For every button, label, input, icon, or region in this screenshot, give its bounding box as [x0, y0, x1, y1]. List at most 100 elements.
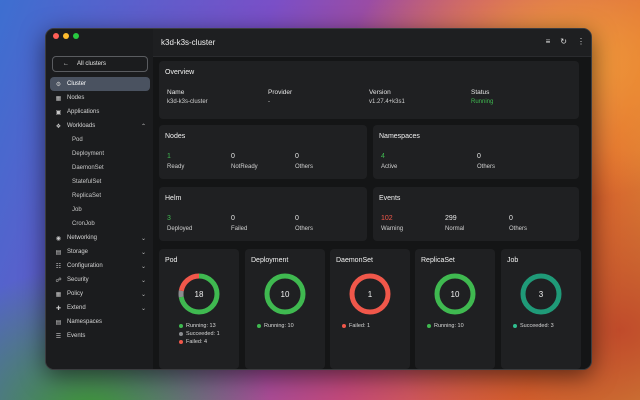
- sidebar-item-applications[interactable]: ▣ Applications: [50, 105, 150, 119]
- all-clusters-button[interactable]: ← All clusters: [52, 56, 148, 72]
- helm-title: Helm: [165, 195, 182, 202]
- overview-title: Overview: [165, 69, 195, 76]
- sidebar-item-workloads[interactable]: ❖ Workloads ⌃: [50, 119, 150, 133]
- main-content: k3d-k3s-cluster ≡ ↻ ⋮ Overview Name k3d-…: [153, 29, 591, 369]
- sidebar-item-cluster[interactable]: ⚙ Cluster: [50, 77, 150, 91]
- title-bar: k3d-k3s-cluster ≡ ↻ ⋮: [153, 29, 591, 57]
- namespaces-others-stat: 0 Others: [477, 153, 495, 170]
- legend-text: Failed: 4: [186, 339, 208, 345]
- nodes-others-stat: 0 Others: [295, 153, 313, 170]
- filter-icon[interactable]: ≡: [546, 37, 551, 46]
- events-warning-stat: 102 Warning: [381, 215, 403, 232]
- window-controls: [53, 33, 79, 39]
- legend-dot: [342, 323, 346, 328]
- namespaces-icon: ▤: [55, 319, 62, 326]
- legend-dot: [179, 339, 183, 344]
- workload-title: Job: [507, 257, 519, 264]
- toolbar: ≡ ↻ ⋮: [546, 37, 585, 46]
- chevron-down-icon: ⌄: [140, 263, 146, 270]
- storage-icon: ▤: [55, 249, 62, 256]
- sidebar-item-label: Workloads: [67, 123, 96, 129]
- legend-item: Running: 13: [179, 322, 220, 330]
- sidebar-item-extend[interactable]: ✚ Extend ⌄: [50, 301, 150, 315]
- field-label: Provider: [268, 89, 293, 96]
- legend-item: Running: 10: [427, 322, 464, 330]
- namespaces-active-stat: 4 Active: [381, 153, 397, 170]
- workload-legend: Failed: 1: [342, 322, 370, 330]
- overview-field-provider: Provider -: [268, 89, 292, 105]
- chevron-down-icon: ⌄: [140, 249, 146, 256]
- legend-dot: [179, 323, 183, 328]
- legend-text: Failed: 1: [349, 323, 371, 329]
- stat-label: Others: [509, 226, 528, 232]
- workload-card-pod[interactable]: Pod 18 Running: 13 Succeeded: 1 Failed: 4: [159, 249, 239, 369]
- stat-label: Deployed: [167, 226, 193, 232]
- legend-text: Running: 10: [264, 323, 294, 329]
- donut-total: 10: [451, 290, 460, 299]
- sidebar-subitem-pod[interactable]: Pod: [50, 133, 150, 147]
- sidebar-item-events[interactable]: ☰ Events: [50, 329, 150, 343]
- sidebar-subitem-job[interactable]: Job: [50, 203, 150, 217]
- namespaces-title: Namespaces: [379, 133, 420, 140]
- helm-deployed-stat: 3 Deployed: [167, 215, 192, 232]
- field-label: Status: [471, 89, 490, 96]
- legend-text: Succeeded: 3: [520, 323, 554, 329]
- workload-legend: Running: 13 Succeeded: 1 Failed: 4: [179, 322, 220, 346]
- sidebar-item-label: Security: [67, 277, 89, 283]
- sidebar-subitem-deployment[interactable]: Deployment: [50, 147, 150, 161]
- sidebar-item-label: Storage: [67, 249, 89, 255]
- sidebar-item-configuration[interactable]: ☷ Configuration ⌄: [50, 259, 150, 273]
- workload-card-job[interactable]: Job 3 Succeeded: 3: [501, 249, 581, 369]
- sidebar-subitem-replicaset[interactable]: ReplicaSet: [50, 189, 150, 203]
- sidebar-item-policy[interactable]: ▦ Policy ⌄: [50, 287, 150, 301]
- sidebar-subitem-cronjob[interactable]: CronJob: [50, 217, 150, 231]
- workload-card-deployment[interactable]: Deployment 10 Running: 10: [245, 249, 325, 369]
- donut-chart: 3: [520, 273, 562, 315]
- close-window-button[interactable]: [53, 33, 59, 39]
- stat-value: 102: [381, 215, 393, 222]
- field-label: Version: [369, 89, 391, 96]
- stat-value: 0: [509, 215, 513, 222]
- legend-item: Failed: 4: [179, 338, 220, 346]
- sidebar-item-label: Cluster: [67, 81, 87, 87]
- sidebar-nav: ⚙ Cluster ▦ Nodes ▣ Applications ❖ Workl…: [50, 77, 150, 343]
- overview-card: Overview Name k3d-k3s-cluster Provider -…: [159, 61, 579, 119]
- workload-card-daemonset[interactable]: DaemonSet 1 Failed: 1: [330, 249, 410, 369]
- sidebar-subitem-statefulset[interactable]: StatefulSet: [50, 175, 150, 189]
- legend-item: Running: 10: [257, 322, 294, 330]
- stat-label: Active: [381, 164, 398, 170]
- app-window: ← All clusters ⚙ Cluster ▦ Nodes ▣ Appli…: [45, 28, 592, 370]
- events-card: Events 102 Warning 299 Normal 0 Others: [373, 187, 579, 241]
- stat-label: NotReady: [231, 164, 258, 170]
- sidebar-item-nodes[interactable]: ▦ Nodes: [50, 91, 150, 105]
- field-label: Name: [167, 89, 185, 96]
- refresh-icon[interactable]: ↻: [560, 37, 567, 46]
- sidebar-item-namespaces[interactable]: ▤ Namespaces: [50, 315, 150, 329]
- overview-field-status: Status Running: [471, 89, 493, 105]
- legend-dot: [257, 323, 261, 328]
- stat-value: 0: [295, 215, 299, 222]
- sidebar-item-label: Configuration: [67, 263, 103, 269]
- sidebar-item-networking[interactable]: ◉ Networking ⌄: [50, 231, 150, 245]
- all-clusters-label: All clusters: [77, 61, 107, 67]
- workload-legend: Succeeded: 3: [513, 322, 554, 330]
- sidebar-subitem-daemonset[interactable]: DaemonSet: [50, 161, 150, 175]
- sidebar-item-label: Nodes: [67, 95, 85, 101]
- stat-value: 299: [445, 215, 457, 222]
- events-icon: ☰: [55, 333, 62, 340]
- stat-value: 1: [167, 153, 171, 160]
- maximize-window-button[interactable]: [73, 33, 79, 39]
- sidebar-item-storage[interactable]: ▤ Storage ⌄: [50, 245, 150, 259]
- events-normal-stat: 299 Normal: [445, 215, 464, 232]
- nodes-notready-stat: 0 NotReady: [231, 153, 258, 170]
- minimize-window-button[interactable]: [63, 33, 69, 39]
- sidebar-item-label: Namespaces: [67, 319, 103, 325]
- nodes-card: Nodes 1 Ready 0 NotReady 0 Others: [159, 125, 367, 179]
- sidebar-item-label: Extend: [67, 305, 86, 311]
- nodes-title: Nodes: [165, 133, 186, 140]
- page-title: k3d-k3s-cluster: [161, 38, 216, 47]
- more-options-icon[interactable]: ⋮: [577, 37, 585, 46]
- sidebar-item-security[interactable]: ☍ Security ⌄: [50, 273, 150, 287]
- workload-card-replicaset[interactable]: ReplicaSet 10 Running: 10: [415, 249, 495, 369]
- grid-icon: ▣: [55, 109, 62, 116]
